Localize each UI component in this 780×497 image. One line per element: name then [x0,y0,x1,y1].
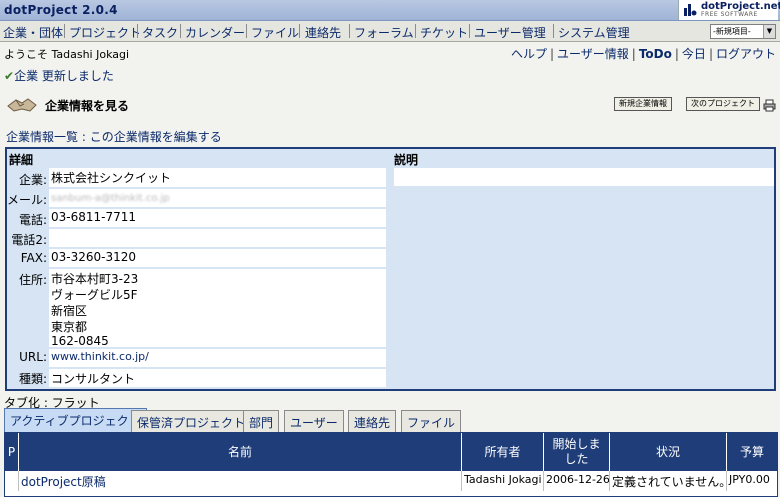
type-value: コンサルタント [49,369,386,387]
dotproject-logo[interactable]: dotProject.net FREE SOFTWARE [678,0,780,20]
company-label: 企業: [18,173,47,187]
menu-item-calendar[interactable]: カレンダー [185,24,245,41]
phone2-label: 電話2: [11,233,47,247]
phone2-value [49,229,386,247]
new-item-select-value: -新規項目- [713,27,751,36]
project-priority [5,471,19,491]
address-label: 住所: [18,273,47,287]
url-value[interactable]: www.thinkit.co.jp/ [49,349,386,367]
address-value: 市谷本村町3-23 ヴォーグビル5F 新宿区 東京都 162-0845 [49,269,386,348]
address-line: 162-0845 [51,334,109,348]
breadcrumb-edit-company[interactable]: この企業情報を編集する [90,130,222,144]
address-line: 市谷本村町3-23 [51,272,139,286]
menu-item-companies[interactable]: 企業・団体 [3,24,63,41]
tab-active-projects[interactable]: アクティブプロジェクト [4,408,147,432]
column-header-name[interactable]: 名前 [19,433,462,471]
menu-item-projects[interactable]: プロジェクト [69,24,141,41]
top-links: ヘルプ | ユーザー情報 | ToDo | 今日 | ログアウト [510,47,776,61]
column-header-priority[interactable]: P [5,433,19,471]
page-title: 企業情報を見る [45,99,130,113]
print-icon[interactable] [763,99,776,112]
project-name-link[interactable]: dotProject原稿 [19,471,462,491]
help-link[interactable]: ヘルプ [511,47,547,61]
menu-item-forums[interactable]: フォーラム [354,24,414,41]
menu-separator [553,24,554,38]
new-company-button[interactable]: 新規企業情報 [614,97,672,111]
new-item-select[interactable]: -新規項目- ▼ [710,24,776,39]
menu-separator [180,24,181,38]
phone-value: 03-6811-7711 [49,209,386,227]
menu-separator [299,24,300,38]
welcome-text: ようこそ Tadashi Jokagi [4,48,130,61]
logout-link[interactable]: ログアウト [716,47,776,61]
address-line: 東京都 [51,320,88,334]
company-detail-panel: 詳細 説明 企業: メール: 電話: 電話2: FAX: 住所: URL: 種類… [5,147,776,391]
breadcrumb: 企業情報一覧 : この企業情報を編集する [6,128,222,145]
type-label: 種類: [18,372,47,386]
menu-item-files[interactable]: ファイル [251,24,299,41]
menu-item-user-admin[interactable]: ユーザー管理 [474,24,546,41]
description-heading: 説明 [394,153,419,167]
main-menu: 企業・団体 プロジェクト タスク カレンダー ファイル 連絡先 フォーラム チケ… [0,21,780,42]
projects-table: P 名前 所有者 開始しました 状況 予算 dotProject原稿 Tadas… [4,432,778,497]
dotproject-logo-icon [684,4,697,16]
project-owner: Tadashi Jokagi [462,471,544,491]
column-header-start[interactable]: 開始しました [544,433,610,471]
menu-separator [64,24,65,38]
tab-departments[interactable]: 部門 [243,410,280,432]
check-icon: ✔ [4,69,15,83]
menu-separator [137,24,138,38]
url-label: URL: [19,350,47,364]
column-header-owner[interactable]: 所有者 [462,433,544,471]
tab-files[interactable]: ファイル [401,410,462,432]
email-value-text: sanbum-a@thinkit.co.jp [51,193,170,204]
status-message: ✔企業 更新しました [4,67,114,84]
fax-value: 03-3260-3120 [49,249,386,267]
project-budget: JPY0.00 [729,473,770,486]
chevron-down-icon: ▼ [763,25,775,38]
address-line: ヴォーグビル5F [51,288,138,302]
logo-subtext: FREE SOFTWARE [701,11,758,18]
status-message-text: 企業 更新しました [14,69,114,83]
email-label: メール: [6,193,47,207]
tab-users[interactable]: ユーザー [284,410,344,432]
todo-link[interactable]: ToDo [639,47,672,61]
handshake-icon [7,98,37,112]
company-value: 株式会社シンクイット [49,168,386,187]
address-line: 新宿区 [51,304,88,318]
phone-label: 電話: [18,213,47,227]
menu-item-tasks[interactable]: タスク [142,24,178,41]
description-value [394,168,774,186]
menu-separator [415,24,416,38]
menu-item-system-admin[interactable]: システム管理 [558,24,630,41]
breadcrumb-company-list[interactable]: 企業情報一覧 [6,130,78,144]
breadcrumb-separator: : [78,130,90,144]
menu-separator [349,24,350,38]
project-status: 定義されていません。 [610,471,727,491]
next-project-button[interactable]: 次のプロジェクト [686,97,760,111]
menu-item-contacts[interactable]: 連絡先 [305,24,341,41]
menu-separator [246,24,247,38]
user-info-link[interactable]: ユーザー情報 [557,47,629,61]
detail-labels: 企業: メール: 電話: 電話2: FAX: 住所: URL: 種類: [7,149,47,393]
fax-label: FAX: [20,251,47,265]
email-value[interactable]: sanbum-a@thinkit.co.jp [49,189,386,207]
menu-separator [469,24,470,38]
column-header-budget[interactable]: 予算 [727,433,777,471]
today-link[interactable]: 今日 [682,47,706,61]
menu-item-tickets[interactable]: チケット [420,24,468,41]
tab-archived-projects[interactable]: 保管済プロジェクト [131,410,252,432]
app-title: dotProject 2.0.4 [4,3,118,17]
project-start-date: 2006-12-26 [544,471,610,491]
column-header-status[interactable]: 状況 [610,433,727,471]
title-bar: dotProject 2.0.4 dotProject.net FREE SOF… [0,0,780,21]
tab-contacts[interactable]: 連絡先 [348,410,397,432]
